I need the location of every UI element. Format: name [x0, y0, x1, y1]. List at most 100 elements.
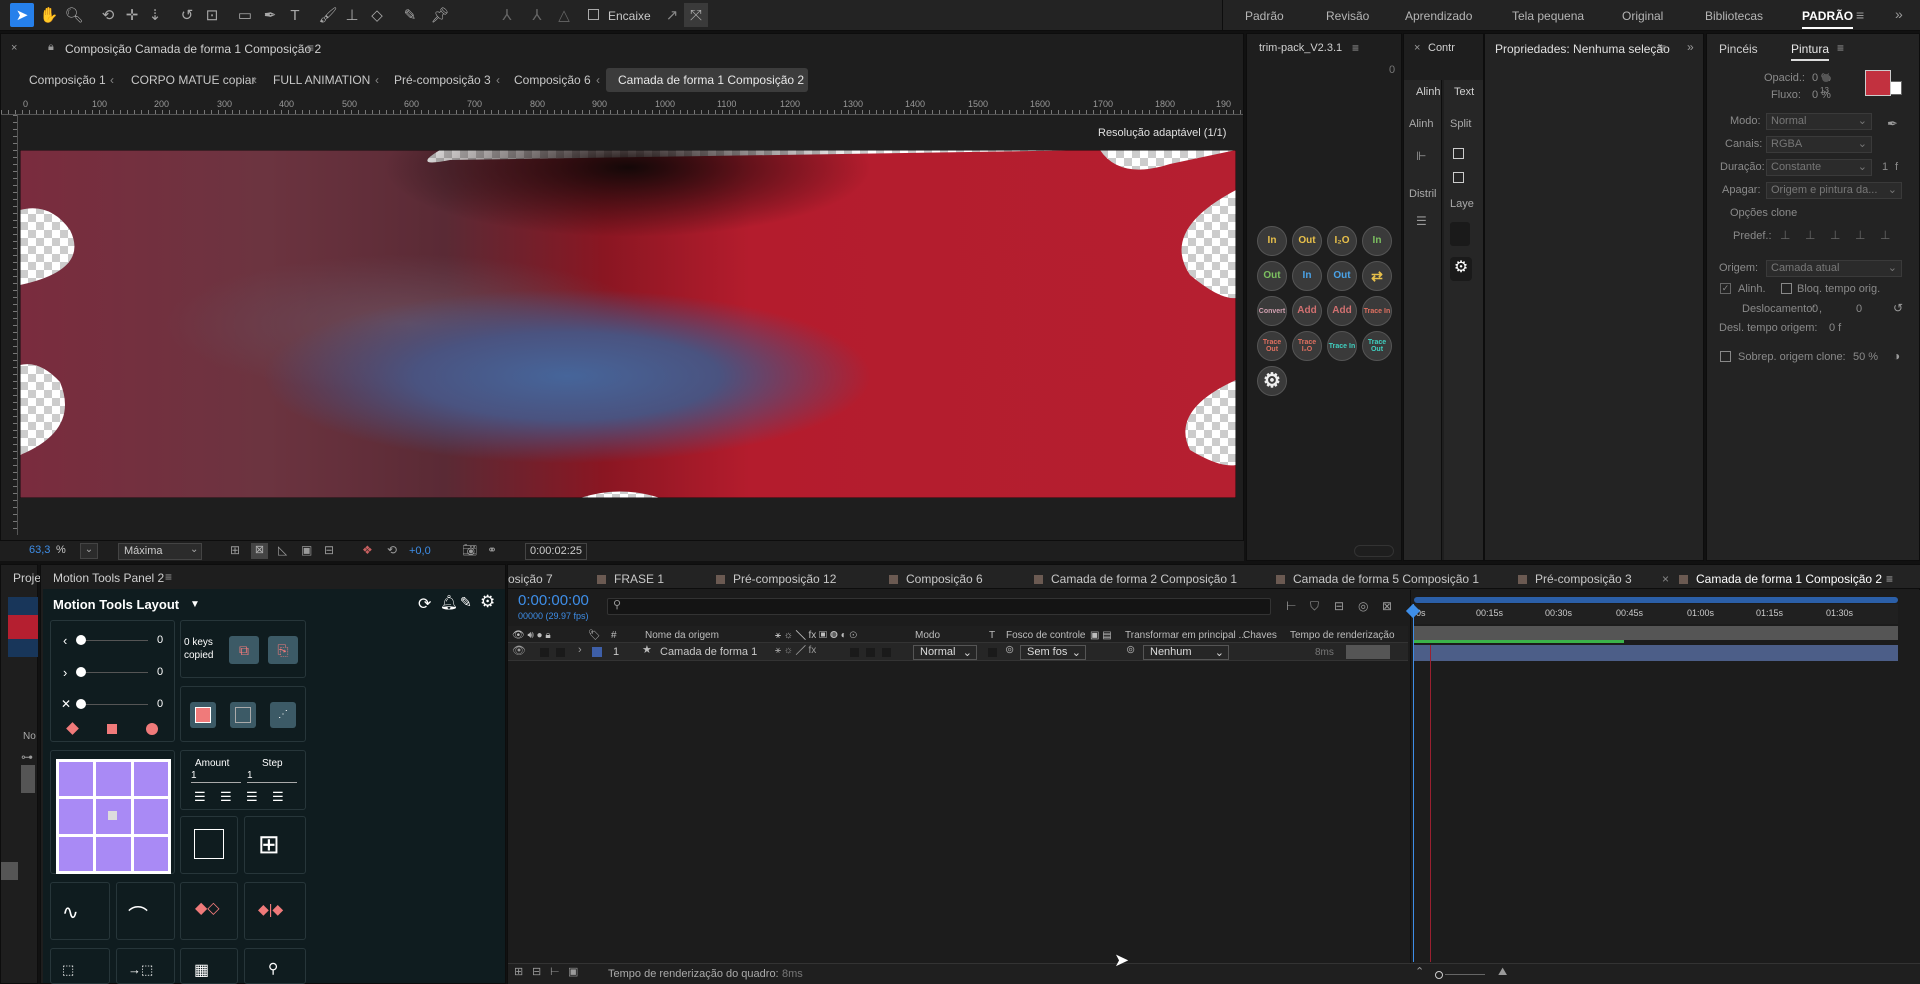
- close-icon[interactable]: ×: [11, 43, 17, 54]
- panel-menu-icon[interactable]: ≡: [1659, 42, 1666, 54]
- snap-checkbox[interactable]: [588, 9, 599, 20]
- selection-tool-icon[interactable]: ➤: [10, 3, 34, 27]
- layout-dropdown-icon[interactable]: ▼: [190, 599, 200, 610]
- axis-view-icon[interactable]: △: [552, 3, 576, 27]
- roto-brush-tool-icon[interactable]: ✎: [398, 3, 422, 27]
- shy-icon[interactable]: ⛉: [1310, 600, 1319, 612]
- reset-exposure-icon[interactable]: ⟲: [387, 544, 397, 556]
- offset-x[interactable]: 0: [1812, 303, 1818, 315]
- clone-preset-4-icon[interactable]: ⊥: [1855, 229, 1865, 241]
- timeline-timecode[interactable]: 0:00:00:00: [518, 592, 589, 609]
- bell-icon[interactable]: 🔔︎: [440, 594, 458, 611]
- composition-panel-title[interactable]: Composição Camada de forma 1 Composição …: [65, 42, 321, 56]
- column-mode[interactable]: Modo: [915, 630, 940, 641]
- eyedropper-icon[interactable]: ✒: [1887, 117, 1898, 130]
- rectangle-tool-icon[interactable]: ▭: [233, 3, 257, 27]
- ease-both-value[interactable]: 0: [157, 698, 163, 710]
- composition-viewer[interactable]: [20, 150, 1236, 498]
- track-matte-dropdown[interactable]: Sem fos ⌄: [1020, 645, 1086, 660]
- switch-box-2[interactable]: [866, 648, 875, 657]
- align-tab[interactable]: Alinh: [1416, 86, 1440, 98]
- anchor-center[interactable]: [96, 799, 131, 834]
- ease-both-slider-track[interactable]: [78, 704, 148, 705]
- clone-preset-1-icon[interactable]: ⊥: [1780, 229, 1790, 241]
- trim-out-button[interactable]: Out: [1292, 226, 1322, 256]
- timeline-tab[interactable]: Pré-composição 12: [716, 572, 836, 586]
- timeline-search-input[interactable]: ⚲: [607, 598, 1271, 615]
- footer-time-stretch-icon[interactable]: ⊢: [550, 967, 560, 978]
- project-tab[interactable]: Proje: [13, 571, 41, 585]
- breadcrumb-item[interactable]: CORPO MATUE copiar: [131, 73, 255, 87]
- pan-tool-icon[interactable]: ✛: [120, 3, 144, 27]
- breadcrumb-item[interactable]: Pré-composição 3: [394, 73, 491, 87]
- frame-blending-icon[interactable]: ⊟: [1334, 600, 1344, 612]
- breadcrumb-item[interactable]: FULL ANIMATION: [273, 73, 370, 87]
- brushes-tab[interactable]: Pincéis: [1719, 42, 1758, 56]
- eraser-tool-icon[interactable]: ◇: [365, 3, 389, 27]
- zoom-tool-icon[interactable]: 🔍︎: [62, 3, 86, 27]
- null-layer-button[interactable]: [230, 702, 256, 728]
- matte-link-icon[interactable]: ⊚: [1005, 645, 1014, 656]
- step-input[interactable]: 1: [247, 770, 297, 783]
- trim-trace-out-button[interactable]: Trace Out: [1257, 331, 1287, 361]
- parent-pickwhip-icon[interactable]: ⊚: [1126, 645, 1135, 656]
- rotate-tool-icon[interactable]: ↺: [175, 3, 199, 27]
- pen-icon[interactable]: ✎: [460, 594, 472, 611]
- dolly-tool-icon[interactable]: ⇣: [143, 3, 167, 27]
- snapshot-icon[interactable]: 📷︎: [462, 544, 477, 556]
- anchor-bottom-right[interactable]: [133, 836, 168, 871]
- workspace-aprendizado[interactable]: Aprendizado: [1405, 9, 1472, 23]
- zoom-value[interactable]: 63,3: [29, 544, 50, 556]
- workspace-revisao[interactable]: Revisão: [1326, 9, 1369, 23]
- lock-icon[interactable]: 🔒︎: [48, 42, 54, 53]
- duration-frames[interactable]: 1: [1882, 161, 1888, 173]
- motion-tools-title[interactable]: Motion Tools Panel 2: [53, 571, 164, 585]
- trim-in-button[interactable]: In: [1257, 226, 1287, 256]
- text-tool-icon[interactable]: T: [283, 3, 307, 27]
- footer-layer-switches-icon[interactable]: ⊞: [514, 967, 523, 978]
- anchor-top-left[interactable]: [59, 762, 94, 797]
- clone-preset-2-icon[interactable]: ⊥: [1805, 229, 1815, 241]
- trim-io-button[interactable]: I₂O: [1327, 226, 1357, 256]
- axis-world-icon[interactable]: ⅄: [525, 3, 549, 27]
- parent-dropdown[interactable]: Nenhum ⌄: [1143, 645, 1229, 660]
- panel-menu-icon[interactable]: ≡: [1886, 572, 1893, 586]
- mode-dropdown[interactable]: Normal ⌄: [1766, 113, 1872, 130]
- hierarchy-icon[interactable]: ⊶: [21, 751, 33, 763]
- mask-icon[interactable]: ◺: [278, 544, 287, 556]
- sequence-reverse-icon[interactable]: ☰: [272, 789, 284, 805]
- bounding-box-icon[interactable]: [194, 829, 224, 859]
- trim-convert-button[interactable]: Convert: [1257, 296, 1287, 326]
- ease-both-slider-handle[interactable]: [76, 699, 86, 709]
- breadcrumb-item-active[interactable]: Camada de forma 1 Composição 2: [618, 73, 804, 87]
- trim-trace-in-button[interactable]: Trace In: [1362, 296, 1392, 326]
- timeline-tab[interactable]: osição 7: [508, 572, 553, 586]
- ease-out-slider-handle[interactable]: [76, 667, 86, 677]
- source-dropdown[interactable]: Camada atual ⌄: [1766, 260, 1902, 277]
- refresh-icon[interactable]: ⟳: [418, 594, 431, 614]
- properties-title[interactable]: Propriedades: Nenhuma seleção: [1495, 42, 1670, 56]
- axis-local-icon[interactable]: ⅄: [495, 3, 519, 27]
- puppet-tool-icon[interactable]: 📌︎: [428, 3, 452, 27]
- text-tab[interactable]: Text: [1454, 86, 1474, 98]
- column-source-name[interactable]: Nome da origem: [645, 630, 719, 641]
- keyframes-mirror-icon[interactable]: ◆|◆: [258, 901, 283, 918]
- layer-duration-bar[interactable]: [1414, 645, 1898, 661]
- ease-in-slider-handle[interactable]: [76, 635, 86, 645]
- breadcrumb-item[interactable]: Composição 6: [514, 73, 591, 87]
- work-area-bar[interactable]: [1414, 626, 1898, 640]
- brush-tool-icon[interactable]: 🖌︎: [316, 3, 340, 27]
- trim-out-green-button[interactable]: Out: [1257, 261, 1287, 291]
- anchor-top-center[interactable]: [96, 762, 131, 797]
- workspace-bibliotecas[interactable]: Bibliotecas: [1705, 9, 1763, 23]
- ease-in-slider-track[interactable]: [78, 640, 148, 641]
- clone-preset-5-icon[interactable]: ⊥: [1880, 229, 1890, 241]
- footer-render-time-icon[interactable]: ▣: [568, 967, 578, 978]
- expand-chevron-icon[interactable]: ›: [578, 645, 582, 656]
- trim-trace-in-cyan-button[interactable]: Trace In: [1327, 331, 1357, 361]
- trim-trace-io-button[interactable]: Trace I₂O: [1292, 331, 1322, 361]
- preserve-transparency-toggle[interactable]: [988, 648, 997, 657]
- anchor-middle-right[interactable]: [133, 799, 168, 834]
- align-checkbox[interactable]: ✓: [1720, 283, 1731, 294]
- sequence-align-icon[interactable]: ☰: [194, 789, 206, 805]
